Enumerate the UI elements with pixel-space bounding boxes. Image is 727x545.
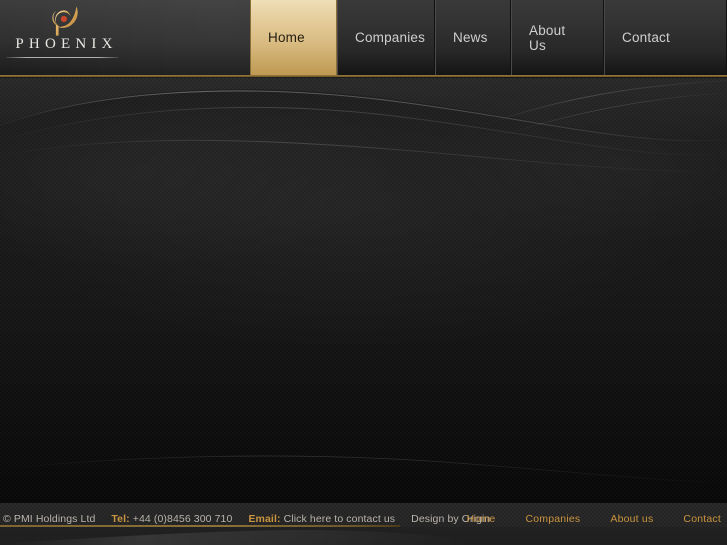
footer-navigation: Home Companies About us Contact — [437, 511, 721, 527]
background-wave-decoration — [0, 78, 727, 483]
contact-email-link[interactable]: Click here to contact us — [284, 513, 396, 525]
nav-item-contact[interactable]: Contact — [604, 0, 727, 75]
telephone-value: +44 (0)8456 300 710 — [132, 513, 233, 525]
nav-item-news[interactable]: News — [435, 0, 511, 75]
nav-item-home[interactable]: Home — [250, 0, 337, 75]
footer-wave-decoration — [0, 530, 470, 545]
header-divider — [0, 75, 727, 77]
nav-label: Companies — [355, 30, 426, 45]
nav-label: About Us — [529, 22, 566, 53]
email-label: Email: — [248, 513, 281, 525]
main-background-texture — [0, 78, 727, 503]
nav-label: Contact — [622, 30, 670, 45]
telephone-block: Tel: +44 (0)8456 300 710 — [111, 513, 232, 525]
email-block: Email: Click here to contact us — [248, 513, 395, 525]
site-footer: © PMI Holdings Ltd Tel: +44 (0)8456 300 … — [0, 503, 727, 545]
nav-label: Home — [268, 30, 305, 45]
page-root: PHOENIX Home Companies News About Us Con… — [0, 0, 727, 545]
footer-link-contact[interactable]: Contact — [683, 513, 721, 525]
logo-underline — [6, 57, 119, 58]
nav-item-companies[interactable]: Companies — [337, 0, 435, 75]
footer-link-home[interactable]: Home — [467, 513, 496, 525]
footer-bottom-band — [0, 527, 727, 545]
footer-link-companies[interactable]: Companies — [525, 513, 580, 525]
main-content-area — [0, 78, 727, 503]
nav-label: News — [453, 30, 488, 45]
copyright-text: © PMI Holdings Ltd — [3, 513, 96, 525]
telephone-label: Tel: — [111, 513, 130, 525]
site-header: PHOENIX Home Companies News About Us Con… — [0, 0, 727, 78]
nav-item-about-us[interactable]: About Us — [511, 0, 604, 75]
site-logo[interactable]: PHOENIX — [0, 0, 250, 75]
phoenix-flame-icon — [46, 5, 90, 37]
primary-navigation: Home Companies News About Us Contact — [250, 0, 727, 75]
footer-link-about-us[interactable]: About us — [610, 513, 653, 525]
logo-wordmark: PHOENIX — [15, 36, 118, 52]
